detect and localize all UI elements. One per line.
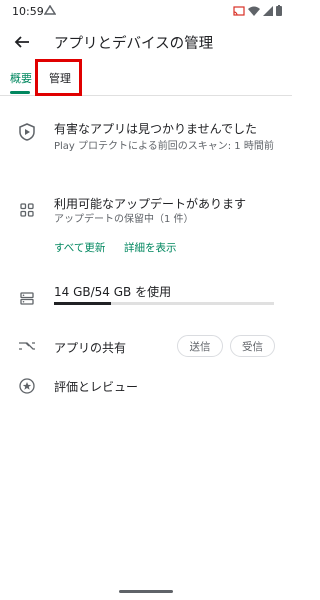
shield-icon [16, 121, 38, 143]
highlight-box [35, 59, 82, 96]
updates-title: 利用可能なアップデートがあります [54, 197, 247, 211]
tab-overview[interactable]: 概要 [10, 70, 32, 86]
tab-selected-indicator [10, 91, 30, 94]
view-details-link[interactable]: 詳細を表示 [124, 240, 177, 255]
cast-icon [233, 5, 245, 19]
home-indicator[interactable] [119, 590, 173, 593]
battery-icon [276, 5, 282, 19]
protect-title: 有害なアプリは見つかりませんでした [54, 122, 258, 136]
apps-grid-icon [16, 199, 38, 221]
signal-icon [263, 5, 273, 19]
update-all-link[interactable]: すべて更新 [54, 240, 105, 255]
storage-icon [16, 287, 38, 309]
app-bar: アプリとデバイスの管理 [0, 24, 292, 60]
share-arrows-icon [16, 335, 38, 357]
receive-button[interactable]: 受信 [230, 335, 275, 357]
send-button[interactable]: 送信 [177, 335, 223, 357]
status-icons [233, 5, 282, 19]
storage-progress-bar [54, 302, 274, 305]
status-time: 10:59 [12, 5, 44, 18]
star-circle-icon [16, 375, 38, 397]
storage-label: 14 GB/54 GB を使用 [54, 285, 172, 299]
back-arrow-icon[interactable] [10, 30, 34, 54]
page-title: アプリとデバイスの管理 [54, 36, 214, 52]
share-label: アプリの共有 [54, 341, 127, 355]
ratings-label: 評価とレビュー [54, 380, 139, 394]
updates-subtitle: アップデートの保留中（1 件） [54, 214, 194, 225]
assistant-icon [43, 4, 57, 18]
wifi-icon [248, 6, 260, 19]
status-bar: 10:59 [0, 0, 292, 24]
storage-progress-fill [54, 302, 112, 305]
protect-subtitle: Play プロテクトによる前回のスキャン: 1 時間前 [54, 141, 274, 152]
